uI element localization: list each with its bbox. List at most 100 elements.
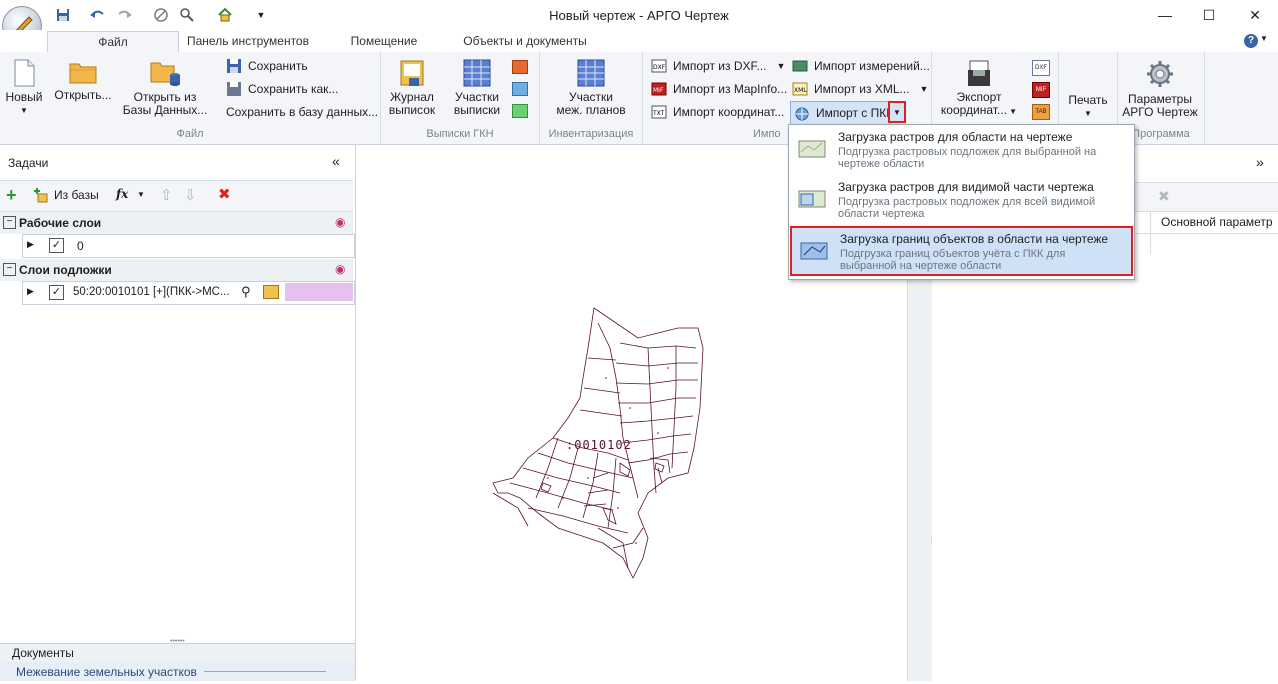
- menu-item-rasters-visible[interactable]: Загрузка растров для видимой части черте…: [790, 176, 1133, 224]
- folder-icon: [69, 63, 97, 84]
- tab-file[interactable]: Файл: [47, 31, 179, 53]
- table-orange-icon[interactable]: [512, 60, 528, 74]
- visibility-icon[interactable]: ◉: [335, 215, 345, 229]
- menu-item-title: Загрузка растров для области на чертеже: [838, 130, 1073, 144]
- gear-icon: [1147, 61, 1173, 87]
- save-button[interactable]: Сохранить: [226, 56, 308, 76]
- collapse-work-layers-icon[interactable]: −: [3, 216, 16, 229]
- journal-button[interactable]: Журнал выписок: [384, 58, 440, 124]
- base-layer-row[interactable]: ▶ ✓ 50:20:0010101 [+](ПКК->МС... ⚲: [22, 281, 355, 305]
- dropdown-icon[interactable]: ▼: [252, 6, 270, 24]
- group-label-gkn: Выписки ГКН: [426, 128, 494, 140]
- journal-icon: [400, 60, 424, 86]
- collapse-left-icon[interactable]: «: [332, 153, 340, 169]
- export-disk-icon: [968, 60, 990, 86]
- save-to-db-button[interactable]: Сохранить в базу данных...: [226, 102, 378, 122]
- tasks-toolbar: + Из базы fx ▼ ⇧ ⇩ ✖: [0, 180, 353, 212]
- open-from-db-button[interactable]: Открыть из Базы Данных...: [118, 58, 212, 124]
- save-disk-icon: [227, 59, 241, 73]
- collapse-base-layers-icon[interactable]: −: [3, 263, 16, 276]
- txt-file-icon: TXT: [651, 105, 667, 119]
- table-green-icon[interactable]: [512, 104, 528, 118]
- expand-icon[interactable]: ▶: [27, 286, 34, 297]
- redo-icon[interactable]: [116, 6, 134, 24]
- undo-icon[interactable]: [88, 6, 106, 24]
- visibility-icon[interactable]: ◉: [335, 262, 345, 276]
- divider: [204, 671, 326, 672]
- save-as-button[interactable]: Сохранить как...: [226, 79, 338, 99]
- collapse-right-icon[interactable]: »: [1256, 154, 1264, 170]
- move-down-icon[interactable]: ⇩: [184, 186, 197, 204]
- binoculars-icon[interactable]: ⚲: [241, 284, 251, 300]
- maximize-icon[interactable]: ☐: [1186, 0, 1232, 30]
- db-add-icon: [34, 188, 48, 203]
- export-coords-button[interactable]: Экспорт координат... ▼: [936, 58, 1022, 124]
- layer-checkbox[interactable]: ✓: [49, 285, 64, 300]
- raster-map-icon: [798, 140, 826, 158]
- expand-icon[interactable]: ▶: [27, 239, 34, 250]
- open-button[interactable]: Открыть...: [50, 58, 116, 124]
- parcel-label: :0010102: [566, 438, 632, 452]
- edit-layer-icon[interactable]: [263, 285, 279, 299]
- base-layers-title: Слои подложки: [19, 263, 112, 277]
- grid-table-icon: [463, 59, 491, 87]
- export-tab-icon[interactable]: TAB: [1032, 104, 1050, 120]
- layer-color-swatch[interactable]: [285, 283, 353, 301]
- dxf-file-icon: DXF: [651, 59, 667, 73]
- help-dropdown-icon[interactable]: ▼: [1260, 34, 1268, 43]
- print-button[interactable]: Печать ▼: [1062, 94, 1114, 124]
- add-icon[interactable]: +: [6, 185, 17, 206]
- land-survey-item[interactable]: Межевание земельных участков: [0, 662, 355, 681]
- tab-toolbar[interactable]: Панель инструментов: [180, 31, 316, 52]
- survey-plans-button[interactable]: Участки меж. планов: [548, 58, 634, 124]
- import-coords-button[interactable]: TXT Импорт координат...: [651, 102, 784, 122]
- import-measurements-button[interactable]: Импорт измерений...: [792, 56, 930, 76]
- home-icon[interactable]: [216, 6, 234, 24]
- work-layer-row[interactable]: ▶ ✓ 0: [22, 234, 355, 258]
- from-db-button[interactable]: Из базы: [32, 185, 99, 205]
- new-button[interactable]: Новый ▼: [2, 58, 46, 124]
- menu-item-desc: Подгрузка растровых подложек для всей ви…: [838, 196, 1096, 220]
- search-icon[interactable]: [178, 6, 196, 24]
- stop-icon[interactable]: [152, 6, 170, 24]
- import-mapinfo-button[interactable]: MIF Импорт из MapInfo...: [651, 79, 787, 99]
- move-up-icon[interactable]: ⇧: [160, 186, 173, 204]
- parcels-extract-button[interactable]: Участки выписки: [448, 58, 506, 124]
- tab-objects-docs[interactable]: Объекты и документы: [458, 31, 592, 52]
- import-pkk-dropdown-button[interactable]: ▼: [888, 101, 906, 123]
- tab-room[interactable]: Помещение: [340, 31, 428, 52]
- column-divider: [1150, 234, 1151, 254]
- menu-item-object-borders[interactable]: Загрузка границ объектов в области на че…: [790, 226, 1133, 276]
- raster-visible-icon: [798, 190, 826, 208]
- app-params-button[interactable]: Параметры АРГО Чертеж: [1120, 58, 1200, 124]
- measurements-icon: [792, 60, 808, 72]
- svg-text:TXT: TXT: [652, 110, 665, 117]
- xml-file-icon: XML: [792, 82, 808, 96]
- formula-icon[interactable]: fx: [116, 187, 128, 201]
- minimize-icon[interactable]: —: [1142, 0, 1188, 30]
- group-label-file: Файл: [176, 128, 204, 140]
- group-label-inventory: Инвентаризация: [548, 128, 634, 140]
- column-main-param: Основной параметр: [1161, 215, 1273, 229]
- import-xml-button[interactable]: XML Импорт из XML... ▼: [792, 79, 928, 99]
- help-icon[interactable]: ?: [1244, 34, 1258, 48]
- import-pkk-button[interactable]: Импорт с ПКК: [790, 101, 893, 125]
- close-icon[interactable]: ✕: [1232, 0, 1278, 30]
- delete-icon[interactable]: ✖: [218, 185, 231, 203]
- delete-icon[interactable]: ✖: [1158, 188, 1170, 205]
- export-dxf-icon[interactable]: DXF: [1032, 60, 1050, 76]
- save-icon[interactable]: [54, 6, 72, 24]
- menu-item-rasters-area[interactable]: Загрузка растров для области на чертеже …: [790, 126, 1133, 174]
- mif-file-icon: MIF: [651, 82, 667, 96]
- export-mif-icon[interactable]: MIF: [1032, 82, 1050, 98]
- base-layer-name: 50:20:0010101 [+](ПКК->МС...: [73, 286, 230, 298]
- new-file-icon: [14, 59, 35, 87]
- layer-checkbox[interactable]: ✓: [49, 238, 64, 253]
- menu-item-title: Загрузка растров для видимой части черте…: [838, 180, 1094, 194]
- tasks-title: Задачи: [8, 156, 49, 170]
- documents-header[interactable]: Документы: [0, 643, 355, 662]
- table-blue-icon[interactable]: [512, 82, 528, 96]
- documents-title: Документы: [12, 646, 74, 660]
- formula-dropdown-icon[interactable]: ▼: [137, 190, 145, 199]
- import-dxf-button[interactable]: DXF Импорт из DXF... ▼: [651, 56, 785, 76]
